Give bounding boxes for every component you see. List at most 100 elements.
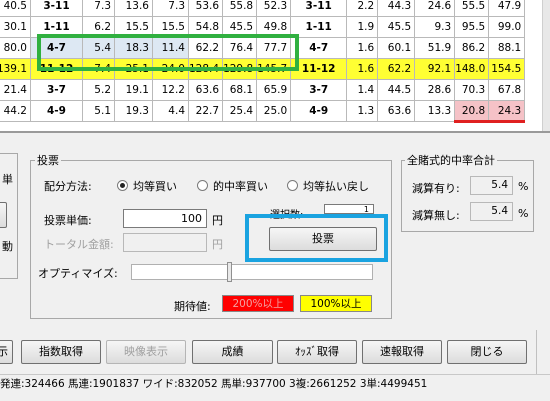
table-cell[interactable]: 20.8: [454, 100, 490, 123]
radio-equal-payout-label[interactable]: 均等払い戻し: [303, 178, 369, 194]
table-cell[interactable]: 24.6: [414, 0, 456, 17]
table-cell[interactable]: 99.0: [488, 16, 526, 38]
table-row[interactable]: 44.2 4-9 5.1 19.3 4.4 22.7 25.4 25.0 4-9 1.3 63.6 1…: [0, 100, 526, 123]
radio-equal-payout[interactable]: [287, 180, 298, 191]
table-cell[interactable]: 67.8: [488, 79, 526, 101]
table-cell[interactable]: 63.6: [187, 79, 224, 101]
table-cell[interactable]: 1.6: [346, 37, 379, 59]
table-cell[interactable]: 13.3: [414, 100, 456, 122]
optimize-slider-track[interactable]: [131, 264, 373, 280]
total-hit-group-title: 全賭式的中率合計: [405, 152, 497, 168]
result-button[interactable]: 成績: [192, 340, 273, 364]
left-partial-button[interactable]: [0, 202, 7, 228]
radio-hit-rate-buy-label[interactable]: 的中率買い: [213, 178, 268, 194]
table-scrollbar[interactable]: [542, 0, 550, 131]
table-bottom-border: [0, 131, 550, 133]
odds-fetch-button[interactable]: ｵｯｽﾞ取得: [277, 340, 357, 364]
table-cell[interactable]: 4.4: [152, 100, 189, 122]
table-cell[interactable]: 148.0: [454, 58, 490, 80]
vote-button-highlight: [245, 214, 388, 262]
table-cell[interactable]: 62.2: [377, 58, 416, 80]
table-cell[interactable]: 4-9: [290, 100, 348, 122]
table-row[interactable]: 40.5 3-11 7.3 13.6 7.3 53.6 55.8 52.3 3-11 2.2 44.…: [0, 0, 526, 17]
unreduced-unit: %: [518, 207, 529, 220]
table-cell[interactable]: 19.1: [114, 79, 153, 101]
table-cell[interactable]: 12.2: [152, 79, 189, 101]
table-cell[interactable]: 68.1: [222, 79, 258, 101]
radio-equal-buy-label[interactable]: 均等買い: [133, 178, 177, 194]
table-cell[interactable]: 86.2: [454, 37, 490, 59]
table-cell[interactable]: 25.0: [256, 100, 292, 122]
table-cell[interactable]: 47.9: [488, 0, 526, 17]
table-cell[interactable]: 70.3: [454, 79, 490, 101]
table-cell[interactable]: 5.1: [82, 100, 115, 122]
table-cell[interactable]: 19.3: [114, 100, 153, 122]
table-cell[interactable]: 80.0: [0, 37, 31, 59]
table-cell[interactable]: 3-7: [290, 79, 348, 101]
table-cell[interactable]: 13.6: [114, 0, 153, 17]
table-cell[interactable]: 7.3: [82, 0, 115, 17]
table-cell[interactable]: 63.6: [377, 100, 416, 122]
table-cell[interactable]: 22.7: [187, 100, 224, 122]
vote-group-title: 投票: [35, 152, 61, 168]
table-cell[interactable]: 55.5: [454, 0, 490, 17]
table-cell[interactable]: 44.2: [0, 100, 31, 122]
status-bar: 発連:324466 馬連:1901837 ワイド:832052 馬単:93770…: [0, 374, 550, 393]
table-cell[interactable]: 4-7: [290, 37, 348, 59]
table-cell[interactable]: 154.5: [488, 58, 526, 80]
reduced-unit: %: [518, 180, 529, 193]
table-cell[interactable]: 24.3: [488, 100, 526, 123]
table-cell[interactable]: 92.1: [414, 58, 456, 80]
table-cell[interactable]: 1.6: [346, 58, 379, 80]
table-cell[interactable]: 5.2: [82, 79, 115, 101]
optimize-label: オプティマイズ:: [38, 267, 118, 280]
legend-100-percent: 100%以上: [300, 295, 372, 312]
table-cell[interactable]: 139.1: [0, 58, 31, 80]
table-cell[interactable]: 52.3: [256, 0, 292, 17]
close-button[interactable]: 閉じる: [447, 340, 527, 364]
unit-price-input[interactable]: 100: [123, 209, 207, 228]
table-cell[interactable]: 55.8: [222, 0, 258, 17]
table-cell[interactable]: 53.6: [187, 0, 224, 17]
total-amount-label: トータル金額:: [44, 238, 114, 251]
right-edge-divider: [536, 330, 550, 374]
table-cell[interactable]: 1.4: [346, 79, 379, 101]
left-char-1: 単: [2, 173, 13, 186]
index-fetch-button[interactable]: 指数取得: [21, 340, 101, 364]
flash-report-button[interactable]: 速報取得: [362, 340, 442, 364]
table-cell[interactable]: 3-11: [290, 0, 348, 17]
table-cell[interactable]: 11-12: [290, 58, 348, 80]
total-amount-suffix: 円: [212, 238, 223, 251]
table-cell[interactable]: 45.5: [377, 16, 416, 38]
expected-value-label: 期待値:: [174, 300, 211, 313]
table-cell[interactable]: 1.3: [346, 100, 379, 122]
show-button[interactable]: 示: [0, 340, 13, 364]
table-cell[interactable]: 1-11: [290, 16, 348, 38]
total-amount-field: [123, 233, 207, 252]
reduced-value: 5.4: [470, 176, 513, 195]
table-cell[interactable]: 3-7: [30, 79, 83, 101]
table-cell[interactable]: 3-11: [30, 0, 83, 17]
table-cell[interactable]: 30.1: [0, 16, 31, 38]
radio-equal-buy[interactable]: [117, 180, 128, 191]
table-cell[interactable]: 44.5: [377, 79, 416, 101]
table-cell[interactable]: 44.3: [377, 0, 416, 17]
table-cell[interactable]: 7.3: [152, 0, 189, 17]
table-cell[interactable]: 9.3: [414, 16, 456, 38]
table-row[interactable]: 21.4 3-7 5.2 19.1 12.2 63.6 68.1 65.9 3-7 1.4 44.5…: [0, 79, 526, 101]
radio-hit-rate-buy[interactable]: [197, 180, 208, 191]
table-cell[interactable]: 2.2: [346, 0, 379, 17]
table-cell[interactable]: 21.4: [0, 79, 31, 101]
table-cell[interactable]: 95.5: [454, 16, 490, 38]
selected-count-field: 1: [324, 204, 374, 214]
table-cell[interactable]: 4-9: [30, 100, 83, 122]
table-cell[interactable]: 88.1: [488, 37, 526, 59]
table-cell[interactable]: 1.9: [346, 16, 379, 38]
table-cell[interactable]: 40.5: [0, 0, 31, 17]
table-cell[interactable]: 28.6: [414, 79, 456, 101]
optimize-slider-thumb[interactable]: [227, 262, 233, 282]
table-cell[interactable]: 65.9: [256, 79, 292, 101]
table-cell[interactable]: 60.1: [377, 37, 416, 59]
table-cell[interactable]: 51.9: [414, 37, 456, 59]
table-cell[interactable]: 25.4: [222, 100, 258, 122]
